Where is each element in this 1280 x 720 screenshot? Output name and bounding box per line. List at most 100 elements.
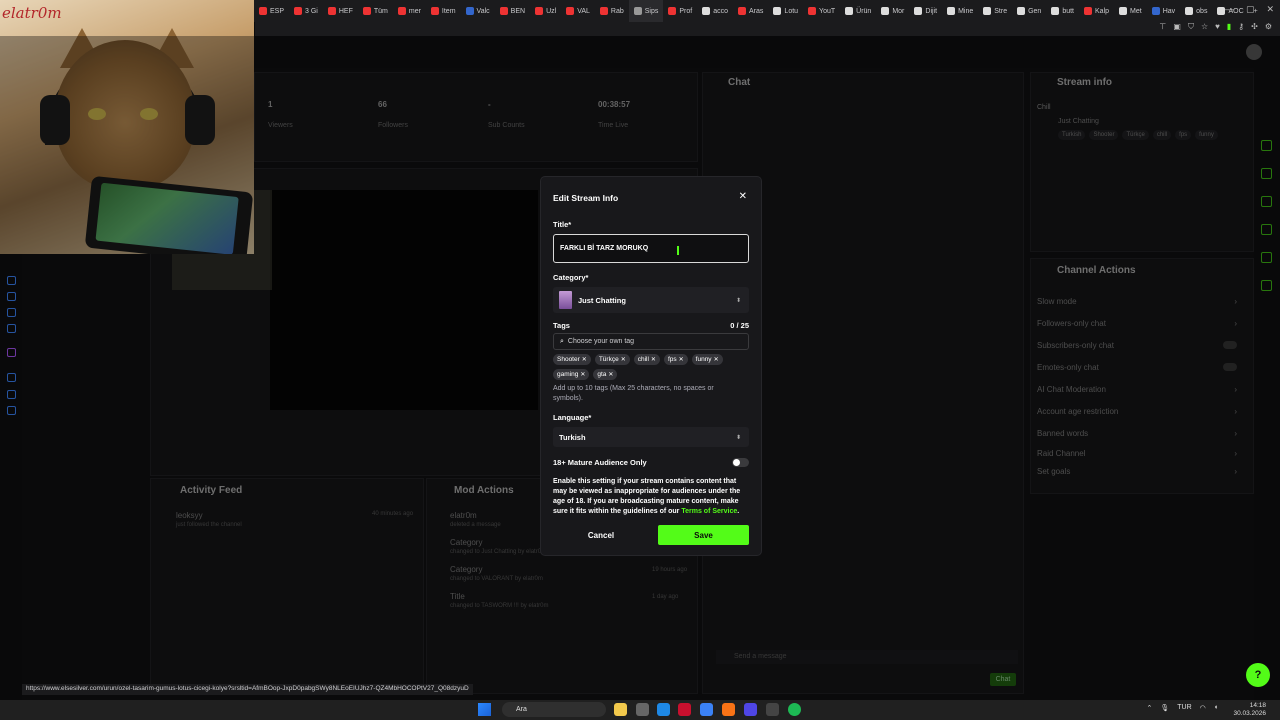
tab-label: Rab: [610, 7, 624, 15]
browser-tab[interactable]: mer: [393, 0, 426, 22]
remove-tag-icon[interactable]: ✕: [580, 371, 585, 378]
language-select[interactable]: Turkish ⬍: [553, 427, 749, 447]
windows-start-icon[interactable]: [478, 703, 491, 716]
favicon-icon: [1017, 7, 1026, 15]
tag-chip[interactable]: fps ✕: [663, 354, 688, 365]
browser-tab[interactable]: Kalp: [1079, 0, 1114, 22]
tag-chip[interactable]: funny ✕: [691, 354, 723, 365]
remove-tag-icon[interactable]: ✕: [679, 356, 684, 363]
minimize-icon[interactable]: —: [1225, 4, 1234, 15]
save-button[interactable]: Save: [658, 525, 749, 545]
title-input[interactable]: FARKLI Bİ TARZ MORUKQ: [553, 234, 749, 263]
browser-tab[interactable]: Uzl: [530, 0, 561, 22]
browser-tab[interactable]: Sips: [628, 0, 664, 22]
language-indicator[interactable]: TUR: [1177, 704, 1191, 712]
edge-icon[interactable]: [657, 703, 670, 716]
tag-chip[interactable]: Shooter ✕: [553, 354, 591, 365]
browser-tab[interactable]: Aras: [733, 0, 768, 22]
browser-tab[interactable]: Item: [426, 0, 461, 22]
browser-tab[interactable]: Met: [1114, 0, 1147, 22]
close-window-icon[interactable]: ✕: [1266, 4, 1274, 15]
favicon-icon: [465, 7, 474, 15]
browser-tab[interactable]: Lotu: [768, 0, 803, 22]
extension-icons: ⊤ ▣ ⛉ ☆ ♥ ▮ ⚷ ✣ ⚙: [1159, 22, 1272, 32]
heart-icon[interactable]: ♥: [1215, 22, 1220, 32]
tag-chip-label: fps: [667, 356, 677, 363]
file-explorer-icon[interactable]: [614, 703, 627, 716]
help-chat-icon[interactable]: ?: [1246, 663, 1270, 687]
app-icon[interactable]: [744, 703, 757, 716]
spotify-icon[interactable]: [788, 703, 801, 716]
browser-tab[interactable]: Ürün: [840, 0, 876, 22]
app-icon[interactable]: [700, 703, 713, 716]
favicon-icon: [1119, 7, 1128, 15]
tab-label: Kalp: [1095, 7, 1110, 15]
cancel-button[interactable]: Cancel: [553, 525, 649, 545]
chevron-up-icon[interactable]: ⌃: [1147, 704, 1153, 712]
browser-tab[interactable]: Rab: [595, 0, 629, 22]
mic-icon[interactable]: 🎙: [1160, 704, 1169, 712]
tag-chip[interactable]: gaming ✕: [553, 369, 590, 380]
browser-tab[interactable]: BEN: [495, 0, 530, 22]
pin-icon[interactable]: ⊤: [1159, 22, 1166, 32]
puzzle-icon[interactable]: ✣: [1251, 22, 1258, 32]
browser-tab[interactable]: 3 Gi: [289, 0, 323, 22]
tag-chip[interactable]: Türkçe ✕: [594, 354, 630, 365]
browser-tab[interactable]: Valc: [461, 0, 495, 22]
browser-tab[interactable]: Stre: [978, 0, 1012, 22]
favicon-icon: [633, 7, 642, 15]
favicon-icon: [397, 7, 406, 15]
browser-tab[interactable]: VAL: [561, 0, 595, 22]
tag-chip[interactable]: chill ✕: [633, 354, 660, 365]
browser-tab[interactable]: YouT: [803, 0, 840, 22]
language-value: Turkish: [559, 432, 586, 442]
ai-icon[interactable]: ⚙: [1265, 22, 1272, 32]
clock-date: 30.03.2026: [1233, 710, 1266, 717]
remove-tag-icon[interactable]: ✕: [582, 356, 587, 363]
bookmark-icon[interactable]: ☆: [1201, 22, 1208, 32]
remove-tag-icon[interactable]: ✕: [621, 356, 626, 363]
remove-tag-icon[interactable]: ✕: [608, 371, 613, 378]
favicon-icon: [668, 7, 677, 15]
window-controls: — ▢ ✕: [1225, 4, 1274, 15]
kick-extension-icon[interactable]: ▮: [1227, 22, 1231, 32]
webcam-signature: elatr0m: [2, 4, 62, 22]
taskbar-search[interactable]: Ara: [502, 702, 606, 717]
browser-tab[interactable]: Prof: [663, 0, 697, 22]
maximize-icon[interactable]: ▢: [1246, 4, 1255, 15]
mature-toggle[interactable]: [732, 458, 749, 467]
tag-chip[interactable]: gta ✕: [593, 369, 618, 380]
close-icon[interactable]: ✕: [739, 191, 747, 202]
volume-icon[interactable]: ◖: [1214, 704, 1218, 712]
tag-search-input[interactable]: ⌕ Choose your own tag: [553, 333, 749, 350]
browser-tab[interactable]: ESP: [254, 0, 289, 22]
screenshot-icon[interactable]: ▣: [1173, 22, 1181, 32]
terms-of-service-link[interactable]: Terms of Service: [681, 508, 737, 515]
remove-tag-icon[interactable]: ✕: [651, 356, 656, 363]
browser-tab[interactable]: acco: [697, 0, 733, 22]
browser-tab[interactable]: Gen: [1012, 0, 1046, 22]
browser-tab[interactable]: Dijit: [909, 0, 942, 22]
tag-chip-label: Shooter: [557, 356, 580, 363]
app-icon[interactable]: [636, 703, 649, 716]
browser-tab[interactable]: HEF: [323, 0, 358, 22]
browser-tab[interactable]: obs: [1180, 0, 1212, 22]
opera-icon[interactable]: [678, 703, 691, 716]
shield-icon[interactable]: ⛉: [1188, 22, 1194, 32]
favicon-icon: [599, 7, 608, 15]
browser-tab[interactable]: Tüm: [358, 0, 393, 22]
obs-icon[interactable]: [766, 703, 779, 716]
browser-tab[interactable]: Mine: [942, 0, 978, 22]
browser-tab[interactable]: Hav: [1147, 0, 1180, 22]
wifi-icon[interactable]: ◠: [1200, 704, 1206, 712]
tab-label: Uzl: [546, 7, 557, 15]
browser-tab[interactable]: Mor: [876, 0, 909, 22]
remove-tag-icon[interactable]: ✕: [714, 356, 719, 363]
favicon-icon: [294, 7, 303, 15]
clock[interactable]: 14:18 30.03.2026: [1233, 702, 1266, 718]
tab-label: Dijit: [925, 7, 938, 15]
category-select[interactable]: Just Chatting ⬍: [553, 287, 749, 313]
browser-tab[interactable]: butt: [1046, 0, 1079, 22]
app-icon[interactable]: [722, 703, 735, 716]
lock-icon[interactable]: ⚷: [1238, 22, 1244, 32]
